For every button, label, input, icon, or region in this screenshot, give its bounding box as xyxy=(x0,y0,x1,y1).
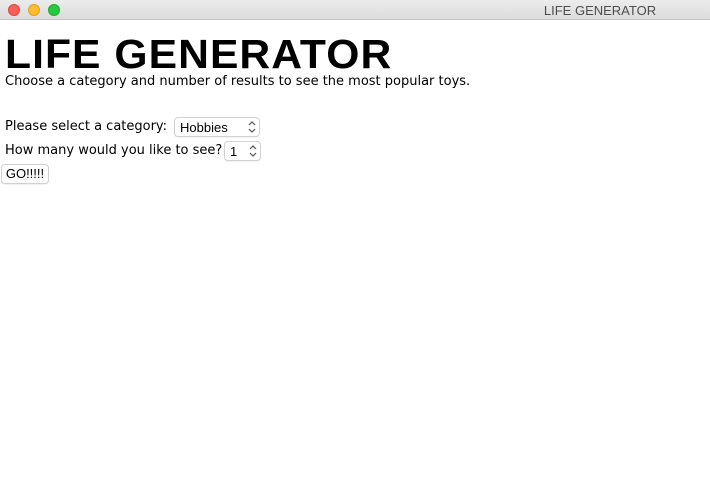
category-select[interactable]: Hobbies xyxy=(174,117,260,137)
chevron-up-down-icon xyxy=(249,145,257,157)
page-subtitle: Choose a category and number of results … xyxy=(5,74,471,89)
category-select-value: Hobbies xyxy=(180,120,228,135)
app-window: LIFE GENERATOR LIFE GENERATOR Choose a c… xyxy=(0,0,710,496)
minimize-window-button[interactable] xyxy=(28,4,40,16)
page-title: LIFE GENERATOR xyxy=(5,31,393,77)
maximize-window-button[interactable] xyxy=(48,4,60,16)
title-bar[interactable]: LIFE GENERATOR xyxy=(0,0,710,20)
go-button[interactable]: GO!!!!! xyxy=(1,164,49,184)
close-window-button[interactable] xyxy=(8,4,20,16)
count-select-value: 1 xyxy=(230,144,238,159)
window-title: LIFE GENERATOR xyxy=(543,3,657,18)
category-label: Please select a category: xyxy=(5,119,168,134)
count-select[interactable]: 1 xyxy=(224,141,261,161)
count-label: How many would you like to see? xyxy=(5,143,223,158)
chevron-up-down-icon xyxy=(248,121,256,133)
